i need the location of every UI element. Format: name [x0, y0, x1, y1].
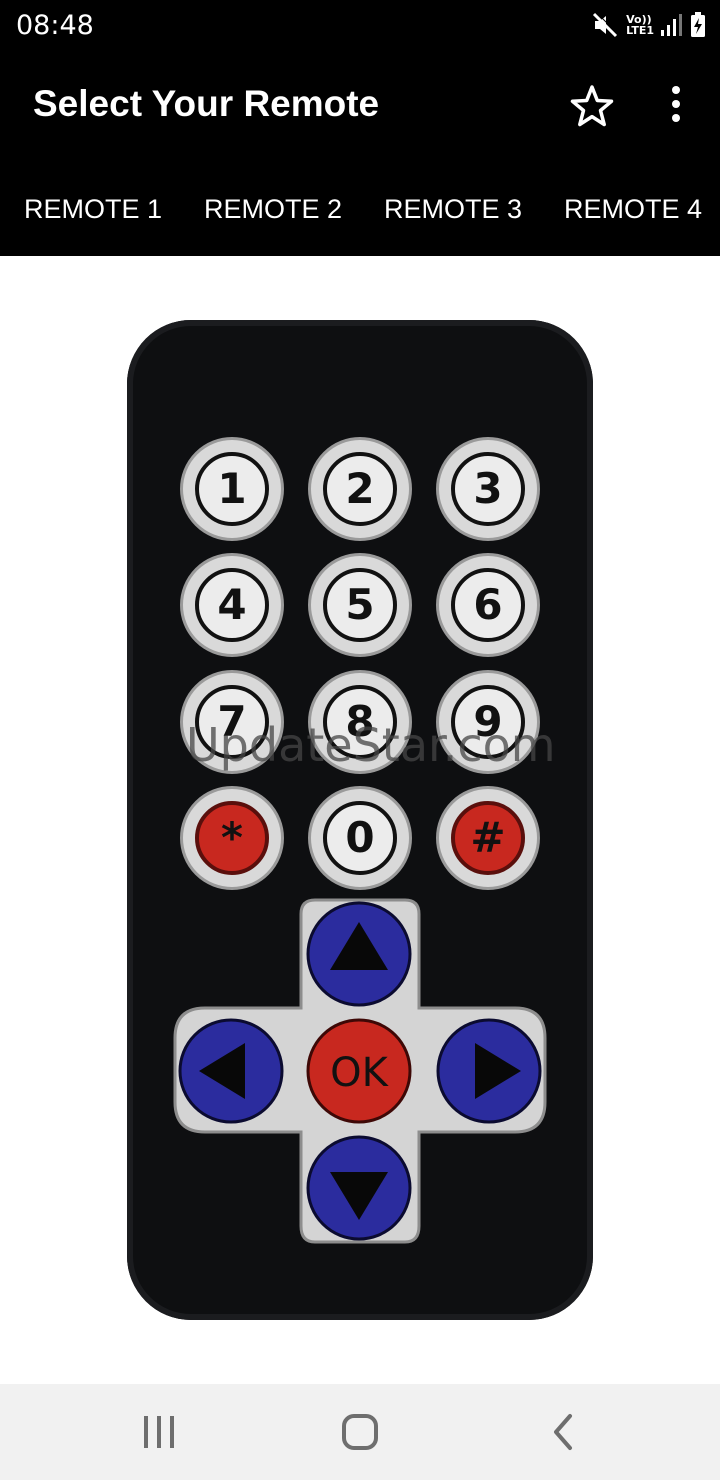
more-vert-icon: [672, 86, 680, 122]
dpad-left-button[interactable]: [178, 1018, 284, 1124]
home-icon: [342, 1414, 378, 1450]
remote-image: 1 2 3 4 5 6 7 8 9 * 0 # OK: [127, 320, 593, 1320]
dpad-down-button[interactable]: [306, 1135, 412, 1241]
lte-label: LTE1: [626, 24, 654, 37]
star-outline-icon: [570, 85, 614, 127]
more-options-button[interactable]: [660, 82, 692, 130]
dpad-up-button[interactable]: [306, 901, 412, 1007]
ok-button[interactable]: OK: [306, 1018, 412, 1124]
favorite-button[interactable]: [566, 82, 618, 130]
back-icon: [554, 1414, 572, 1450]
status-bar: 08:48 Vo)) LTE1: [0, 0, 720, 50]
tab-remote-3[interactable]: REMOTE 3: [384, 160, 522, 256]
remote-tabs: REMOTE 1 REMOTE 2 REMOTE 3 REMOTE 4: [0, 160, 720, 256]
tab-remote-2[interactable]: REMOTE 2: [204, 160, 342, 256]
home-button[interactable]: [335, 1410, 385, 1454]
status-icons: Vo)) LTE1: [592, 10, 706, 40]
system-nav-bar: [0, 1384, 720, 1480]
page-title: Select Your Remote: [33, 83, 380, 124]
mute-icon: [593, 12, 619, 38]
battery-charging-icon: [691, 12, 705, 37]
back-button[interactable]: [538, 1410, 588, 1454]
recents-button[interactable]: [134, 1410, 184, 1454]
tab-remote-4[interactable]: REMOTE 4: [564, 160, 702, 256]
volte-icon: Vo)) LTE1: [626, 14, 654, 36]
signal-icon: [661, 14, 682, 36]
recents-icon: [144, 1416, 174, 1448]
watermark: UpdateStar.com: [186, 718, 556, 772]
tab-remote-1[interactable]: REMOTE 1: [24, 160, 162, 256]
ok-label: OK: [330, 1050, 389, 1096]
status-time: 08:48: [16, 10, 94, 41]
dpad-right-button[interactable]: [436, 1018, 542, 1124]
app-bar: Select Your Remote: [0, 50, 720, 160]
remote-content: 1 2 3 4 5 6 7 8 9 * 0 # OK UpdateStar.co…: [0, 256, 720, 1384]
dpad: OK: [173, 898, 547, 1244]
